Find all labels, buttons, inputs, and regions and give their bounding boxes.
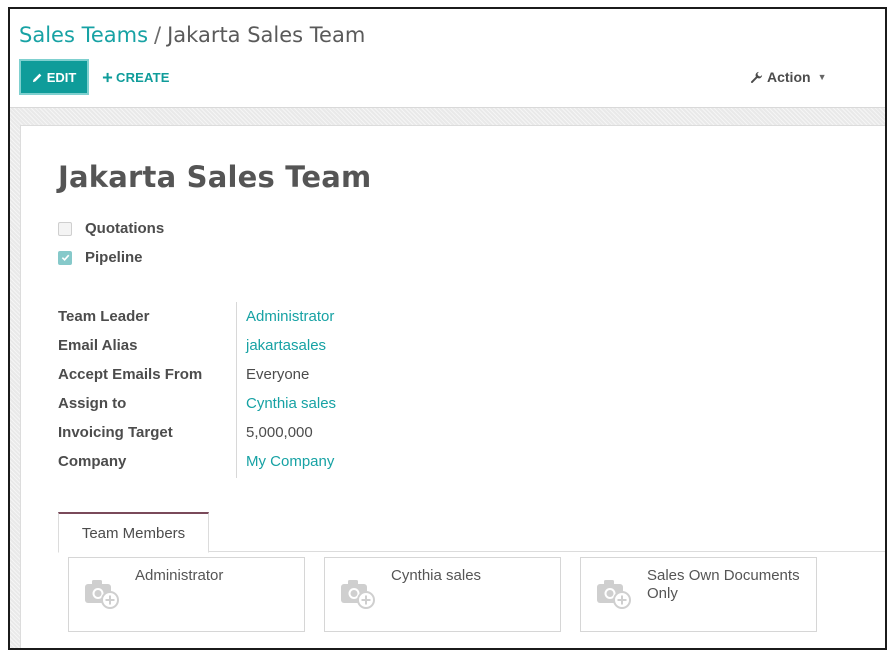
quotations-checkbox[interactable] (58, 221, 72, 236)
camera-plus-icon (339, 575, 377, 611)
accept-emails-from-label: Accept Emails From (58, 366, 203, 383)
tab-team-members[interactable]: Team Members (58, 512, 209, 553)
form-sheet: Jakarta Sales Team Quotations Pipeline T… (20, 125, 885, 648)
action-dropdown-label: Action (767, 69, 811, 85)
member-name: Cynthia sales (391, 567, 482, 584)
check-icon (61, 254, 69, 262)
pipeline-option[interactable]: Pipeline (58, 249, 143, 266)
email-alias-label: Email Alias (58, 337, 138, 354)
invoicing-target-value: 5,000,000 (246, 424, 313, 441)
pipeline-label: Pipeline (85, 249, 143, 266)
notebook-tabs: Team Members (58, 512, 885, 553)
quotations-label: Quotations (85, 220, 165, 237)
edit-button[interactable]: EDIT (19, 59, 89, 95)
invoicing-target-label: Invoicing Target (58, 424, 173, 441)
chevron-down-icon: ▼ (817, 72, 827, 82)
assign-to-value[interactable]: Cynthia sales (236, 395, 336, 412)
record-title: Jakarta Sales Team (58, 160, 372, 194)
field-group: Team Leader Administrator Email Alias ja… (58, 302, 336, 476)
plus-icon (102, 72, 113, 82)
breadcrumb-parent-link[interactable]: Sales Teams (19, 23, 148, 47)
pipeline-checkbox[interactable] (58, 250, 72, 265)
field-invoicing-target: Invoicing Target 5,000,000 (58, 418, 336, 447)
control-panel: Sales Teams / Jakarta Sales Team EDIT CREA… (10, 9, 885, 107)
pencil-icon (32, 73, 42, 82)
action-dropdown[interactable]: Action ▼ (750, 66, 826, 88)
field-accept-emails-from: Accept Emails From Everyone (58, 360, 336, 389)
edit-button-label: EDIT (46, 69, 77, 85)
member-card-cynthia-sales[interactable]: Cynthia sales (324, 557, 561, 632)
breadcrumb-separator: / (154, 23, 162, 47)
field-company: Company My Company (58, 447, 336, 476)
create-button-label: CREATE (116, 69, 170, 85)
camera-plus-icon (83, 575, 121, 611)
team-leader-label: Team Leader (58, 308, 150, 325)
quotations-option[interactable]: Quotations (58, 220, 164, 237)
team-leader-value[interactable]: Administrator (236, 308, 334, 325)
accept-emails-from-value: Everyone (246, 366, 310, 383)
member-card-sales-own-documents[interactable]: Sales Own Documents Only (580, 557, 817, 632)
email-alias-value[interactable]: jakartasales (236, 337, 326, 354)
breadcrumb-current: Jakarta Sales Team (167, 23, 366, 47)
breadcrumb: Sales Teams / Jakarta Sales Team (19, 21, 365, 49)
member-name: Sales Own Documents Only (647, 567, 800, 602)
field-assign-to: Assign to Cynthia sales (58, 389, 336, 418)
company-value[interactable]: My Company (236, 453, 334, 470)
field-email-alias: Email Alias jakartasales (58, 331, 336, 360)
camera-plus-icon (595, 575, 633, 611)
member-name: Administrator (135, 567, 224, 584)
wrench-icon (750, 71, 763, 83)
member-card-administrator[interactable]: Administrator (68, 557, 305, 632)
company-label: Company (58, 453, 127, 470)
form-background: Jakarta Sales Team Quotations Pipeline T… (10, 107, 885, 648)
field-team-leader: Team Leader Administrator (58, 302, 336, 331)
assign-to-label: Assign to (58, 395, 127, 412)
window-frame: Sales Teams / Jakarta Sales Team EDIT CREA… (8, 7, 887, 650)
create-button[interactable]: CREATE (102, 66, 170, 88)
